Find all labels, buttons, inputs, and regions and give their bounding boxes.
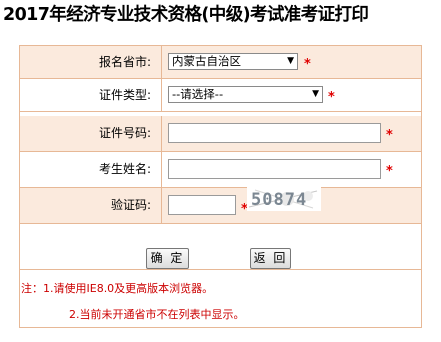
- confirm-button[interactable]: 确 定: [146, 248, 189, 269]
- note-line-1: 注：1.请使用IE8.0及更高版本浏览器。: [21, 282, 214, 295]
- chevron-down-icon: ▼: [287, 56, 294, 66]
- row-id-type: 证件类型: --请选择-- ▼ *: [20, 79, 421, 112]
- id-number-label: 证件号码:: [20, 116, 162, 151]
- notes-box: 注：1.请使用IE8.0及更高版本浏览器。 2.当前未开通省市不在列表中显示。: [19, 270, 422, 328]
- required-mark: *: [304, 57, 311, 72]
- row-captcha: 验证码: *: [20, 188, 421, 224]
- required-mark: *: [328, 90, 335, 105]
- row-id-number: 证件号码: *: [20, 116, 421, 152]
- required-mark: *: [386, 128, 393, 143]
- id-type-select[interactable]: --请选择-- ▼: [168, 86, 323, 103]
- print-form: 报名省市: 内蒙古自治区 ▼ * 证件类型: --请选择-- ▼ * 证件号码:…: [19, 45, 422, 270]
- captcha-input[interactable]: [168, 195, 236, 215]
- name-label: 考生姓名:: [20, 152, 162, 187]
- captcha-text: 50874: [251, 190, 307, 210]
- page-title: 2017年经济专业技术资格(中级)考试准考证打印: [3, 5, 369, 25]
- row-name: 考生姓名: *: [20, 152, 421, 188]
- chevron-down-icon: ▼: [312, 89, 319, 99]
- province-select-value: 内蒙古自治区: [172, 54, 241, 68]
- name-input[interactable]: [168, 159, 381, 179]
- row-province: 报名省市: 内蒙古自治区 ▼ *: [20, 46, 421, 79]
- required-mark: *: [386, 164, 393, 179]
- back-button[interactable]: 返 回: [250, 248, 291, 269]
- id-type-label: 证件类型:: [20, 79, 162, 111]
- captcha-image[interactable]: 50874: [247, 187, 321, 211]
- captcha-label: 验证码:: [20, 188, 162, 223]
- province-select[interactable]: 内蒙古自治区 ▼: [168, 53, 298, 70]
- note-line-2: 2.当前未开通省市不在列表中显示。: [69, 308, 245, 321]
- province-label: 报名省市:: [20, 46, 162, 78]
- id-type-select-value: --请选择--: [172, 87, 224, 101]
- id-number-input[interactable]: [168, 123, 381, 143]
